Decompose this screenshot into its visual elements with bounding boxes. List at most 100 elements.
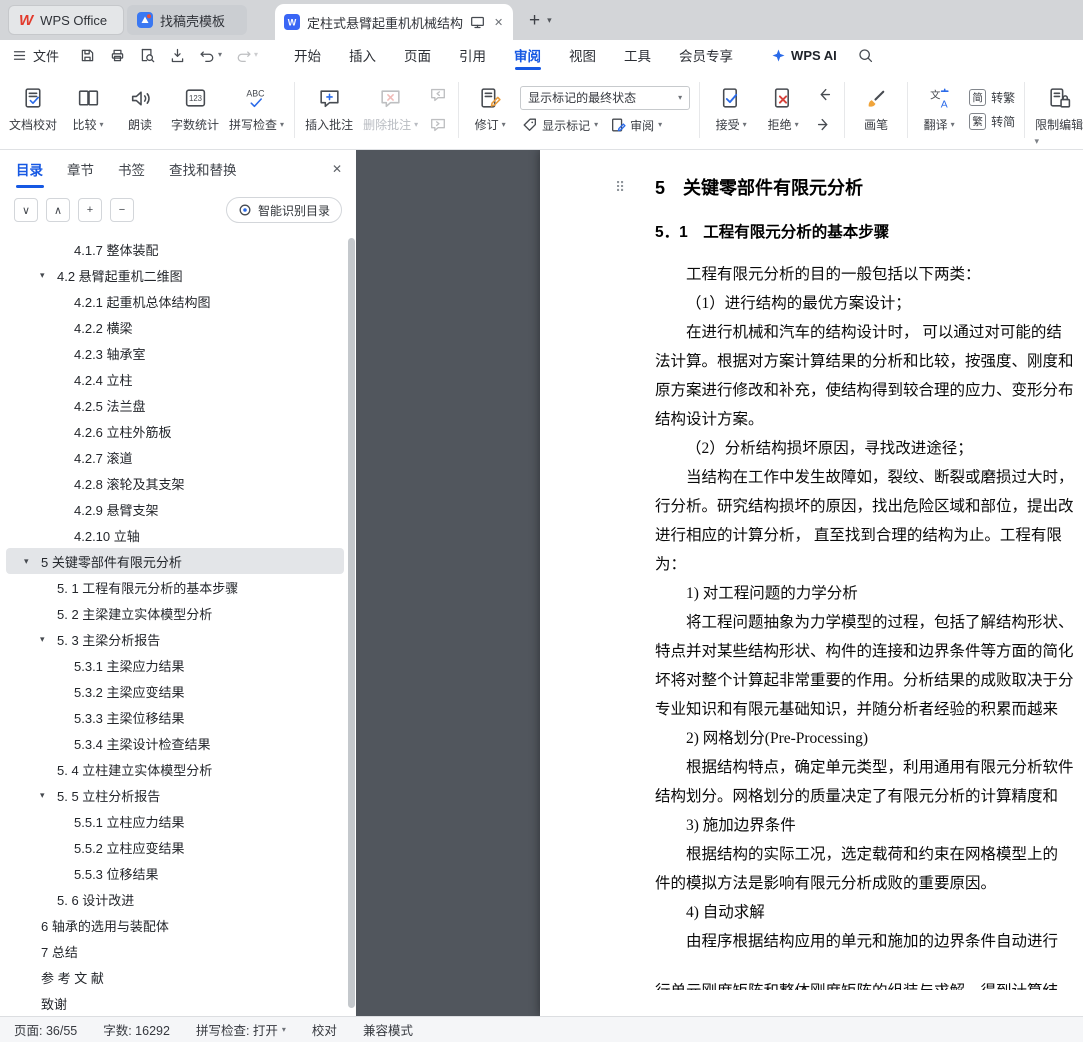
toc-item[interactable]: ▾ 4.2.2 横梁 <box>6 314 344 340</box>
collapse-arrow-icon[interactable]: ▾ <box>40 634 57 645</box>
chevron-down-icon[interactable]: ▾ <box>254 51 258 59</box>
export-button[interactable] <box>169 47 186 64</box>
next-change-button[interactable] <box>811 113 837 137</box>
zoom-in-button[interactable]: + <box>78 198 102 222</box>
toc-item[interactable]: ▾ 5. 5 立柱分析报告 <box>6 782 344 808</box>
toc-item[interactable]: ▾ 4.2.5 法兰盘 <box>6 392 344 418</box>
prev-change-button[interactable] <box>811 83 837 107</box>
toc-item[interactable]: ▾ 5.5.2 立柱应变结果 <box>6 834 344 860</box>
toc-item[interactable]: ▾ 4.2.1 起重机总体结构图 <box>6 288 344 314</box>
scrollbar-thumb[interactable] <box>348 238 355 1008</box>
translate-button[interactable]: 文A 翻译 ▾ <box>913 73 965 147</box>
menu-item[interactable]: 页面 <box>390 40 445 70</box>
toc-item[interactable]: ▾ 5.3.4 主梁设计检查结果 <box>6 730 344 756</box>
prev-comment-button[interactable] <box>425 83 451 107</box>
print-preview-button[interactable] <box>139 47 156 64</box>
undo-button[interactable]: ▾ <box>199 47 222 64</box>
zoom-out-button[interactable]: − <box>110 198 134 222</box>
toc-item[interactable]: ▾ 4.2.6 立柱外筋板 <box>6 418 344 444</box>
toc-item[interactable]: ▾ 4.2.8 滚轮及其支架 <box>6 470 344 496</box>
document-canvas: ⠿ 5 关键零部件有限元分析 5．1 工程有限元分析的基本步骤 工程有限元分析的… <box>356 150 1083 1016</box>
toc-item[interactable]: ▾ 5. 4 立柱建立实体模型分析 <box>6 756 344 782</box>
collapse-arrow-icon[interactable]: ▾ <box>40 270 57 281</box>
markup-state-select[interactable]: 显示标记的最终状态 ▾ <box>520 85 691 110</box>
read-aloud-button[interactable]: 朗读 <box>114 73 166 147</box>
spellcheck-status[interactable]: 拼写检查: 打开 ▾ <box>196 1020 286 1039</box>
panel-tab[interactable]: 目录 <box>16 150 43 188</box>
toc-item[interactable]: ▾ 4.2.7 滚道 <box>6 444 344 470</box>
collapse-all-button[interactable]: ∨ <box>14 198 38 222</box>
toc-item[interactable]: ▾ 4.2.10 立轴 <box>6 522 344 548</box>
drag-handle-icon[interactable]: ⠿ <box>615 179 625 196</box>
wps-ai-button[interactable]: WPS AI <box>771 48 837 63</box>
panel-close-icon[interactable]: ✕ <box>332 162 342 176</box>
review-mode-button[interactable]: 审阅 ▾ <box>610 117 662 134</box>
reject-button[interactable]: 拒绝 ▾ <box>757 73 809 147</box>
toc-item[interactable]: ▾ 4.2.4 立柱 <box>6 366 344 392</box>
insert-comment-button[interactable]: 插入批注 <box>300 73 358 147</box>
toc-item[interactable]: ▾ 4.2.9 悬臂支架 <box>6 496 344 522</box>
show-markup-button[interactable]: 显示标记 ▾ <box>522 117 598 134</box>
toc-item-label: 5.3.3 主梁位移结果 <box>74 710 185 726</box>
proofread-button[interactable]: 校对 <box>312 1020 337 1039</box>
save-button[interactable] <box>79 47 96 64</box>
close-icon[interactable]: ✕ <box>494 16 503 29</box>
toc-item[interactable]: ▾ 致谢 <box>6 990 344 1016</box>
toc-item[interactable]: ▾ 5.5.3 位移结果 <box>6 860 344 886</box>
tab-template-app[interactable]: 找稿壳模板 <box>127 5 247 35</box>
toc-item[interactable]: ▾ 5.3.1 主梁应力结果 <box>6 652 344 678</box>
spell-check-button[interactable]: ABC 拼写检查 ▾ <box>224 73 289 147</box>
redo-button[interactable]: ▾ <box>235 47 258 64</box>
menu-item[interactable]: 会员专享 <box>665 40 747 70</box>
toc-item[interactable]: ▾ 5. 3 主梁分析报告 <box>6 626 344 652</box>
tab-document[interactable]: W 定柱式悬臂起重机机械结构设 ✕ <box>275 4 513 40</box>
new-tab-button[interactable]: + <box>529 11 540 30</box>
track-changes-button[interactable]: 修订 ▾ <box>464 73 516 147</box>
expand-all-button[interactable]: ∧ <box>46 198 70 222</box>
smart-toc-button[interactable]: 智能识别目录 <box>225 197 342 223</box>
toc-item[interactable]: ▾ 7 总结 <box>6 938 344 964</box>
compare-button[interactable]: 比较 ▾ <box>62 73 114 147</box>
toc-item[interactable]: ▾ 5. 6 设计改进 <box>6 886 344 912</box>
toc-item[interactable]: ▾ 5 关键零部件有限元分析 <box>6 548 344 574</box>
print-button[interactable] <box>109 47 126 64</box>
toc-item[interactable]: ▾ 4.1.7 整体装配 <box>6 236 344 262</box>
tab-wps-office[interactable]: W WPS Office <box>8 5 124 35</box>
toc-item[interactable]: ▾ 5.3.3 主梁位移结果 <box>6 704 344 730</box>
collapse-arrow-icon[interactable]: ▾ <box>40 790 57 801</box>
accept-button[interactable]: 接受 ▾ <box>705 73 757 147</box>
document-page[interactable]: ⠿ 5 关键零部件有限元分析 5．1 工程有限元分析的基本步骤 工程有限元分析的… <box>540 150 1083 1016</box>
search-button[interactable] <box>857 47 874 64</box>
collapse-ribbon-icon[interactable]: ▾ <box>1034 136 1039 147</box>
menu-item[interactable]: 视图 <box>555 40 610 70</box>
brush-button[interactable]: 画笔 <box>850 73 902 147</box>
toc-item[interactable]: ▾ 4.2 悬臂起重机二维图 <box>6 262 344 288</box>
toc-item[interactable]: ▾ 4.2.3 轴承室 <box>6 340 344 366</box>
toc-item[interactable]: ▾ 5.5.1 立柱应力结果 <box>6 808 344 834</box>
tab-list-chevron-icon[interactable]: ▾ <box>547 15 552 26</box>
menu-item[interactable]: 工具 <box>610 40 665 70</box>
toc-item[interactable]: ▾ 5.3.2 主梁应变结果 <box>6 678 344 704</box>
panel-tab[interactable]: 查找和替换 <box>169 150 237 188</box>
menu-item[interactable]: 开始 <box>280 40 335 70</box>
to-simplified-button[interactable]: 繁 转简 <box>969 113 1015 130</box>
word-count-status[interactable]: 字数: 16292 <box>103 1020 170 1039</box>
next-comment-button[interactable] <box>425 113 451 137</box>
menu-item[interactable]: 审阅 <box>500 40 555 70</box>
chevron-down-icon[interactable]: ▾ <box>218 51 222 59</box>
sidebar-scrollbar[interactable] <box>348 238 355 1008</box>
word-count-button[interactable]: 123 字数统计 <box>166 73 224 147</box>
file-menu-button[interactable]: 文件 <box>12 46 59 65</box>
menu-item[interactable]: 引用 <box>445 40 500 70</box>
to-traditional-button[interactable]: 简 转繁 <box>969 89 1015 106</box>
toc-item[interactable]: ▾ 5. 1 工程有限元分析的基本步骤 <box>6 574 344 600</box>
collapse-arrow-icon[interactable]: ▾ <box>24 556 41 567</box>
toc-item[interactable]: ▾ 参 考 文 献 <box>6 964 344 990</box>
doc-proofread-button[interactable]: 文档校对 <box>4 73 62 147</box>
panel-tab[interactable]: 书签 <box>118 150 145 188</box>
panel-tab[interactable]: 章节 <box>67 150 94 188</box>
menu-item[interactable]: 插入 <box>335 40 390 70</box>
toc-item[interactable]: ▾ 5. 2 主梁建立实体模型分析 <box>6 600 344 626</box>
delete-comment-button[interactable]: 删除批注 ▾ <box>358 73 423 147</box>
toc-item[interactable]: ▾ 6 轴承的选用与装配体 <box>6 912 344 938</box>
